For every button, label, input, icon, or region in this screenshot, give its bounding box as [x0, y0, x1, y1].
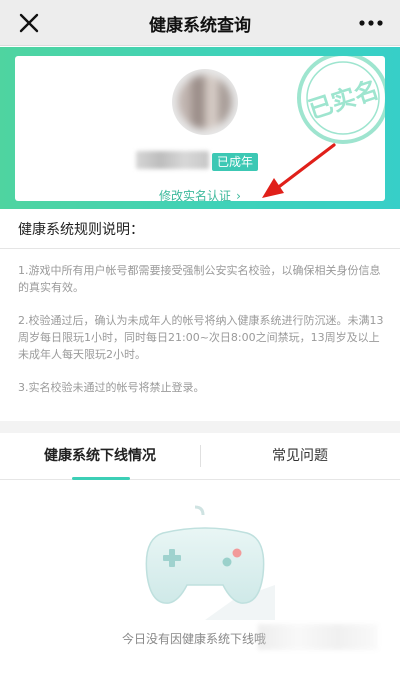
chevron-right-icon: ›	[236, 189, 241, 201]
annotation-arrow-icon	[262, 143, 336, 198]
empty-state-text: 今日没有因健康系统下线哦	[122, 632, 267, 646]
svg-text:已实名: 已实名	[305, 75, 382, 124]
section-separator	[0, 421, 400, 433]
rule-item: 2.校验通过后，确认为未成年人的帐号将纳入健康系统进行防沉迷。未满13周岁每日限…	[18, 314, 384, 361]
modify-link-label: 修改实名认证	[159, 189, 232, 201]
tab-bar: 健康系统下线情况 常见问题	[0, 433, 400, 480]
game-controller-icon	[145, 505, 275, 620]
adult-status-badge: 已成年	[212, 153, 259, 171]
divider	[0, 248, 400, 249]
avatar	[172, 69, 238, 135]
watermark	[258, 624, 378, 650]
tab-offline-status[interactable]: 健康系统下线情况	[0, 433, 200, 480]
rules-title: 健康系统规则说明：	[18, 222, 144, 238]
more-icon[interactable]	[356, 8, 386, 38]
rules-list: 1.游戏中所有用户帐号都需要接受强制公安实名校验，以确保相关身份信息的真实有效。…	[18, 262, 390, 412]
top-bar: 健康系统查询	[0, 0, 400, 46]
profile-card: 已实名 已成年 修改实名认证 ›	[15, 56, 385, 201]
tab-faq[interactable]: 常见问题	[200, 433, 400, 480]
page-title: 健康系统查询	[149, 16, 251, 36]
rule-item: 3.实名校验未通过的帐号将禁止登录。	[18, 381, 205, 394]
user-name-redacted	[136, 151, 209, 169]
rule-item: 1.游戏中所有用户帐号都需要接受强制公安实名校验，以确保相关身份信息的真实有效。	[18, 264, 381, 294]
empty-state: 今日没有因健康系统下线哦	[0, 480, 400, 673]
profile-banner: 已实名 已成年 修改实名认证 ›	[0, 47, 400, 209]
